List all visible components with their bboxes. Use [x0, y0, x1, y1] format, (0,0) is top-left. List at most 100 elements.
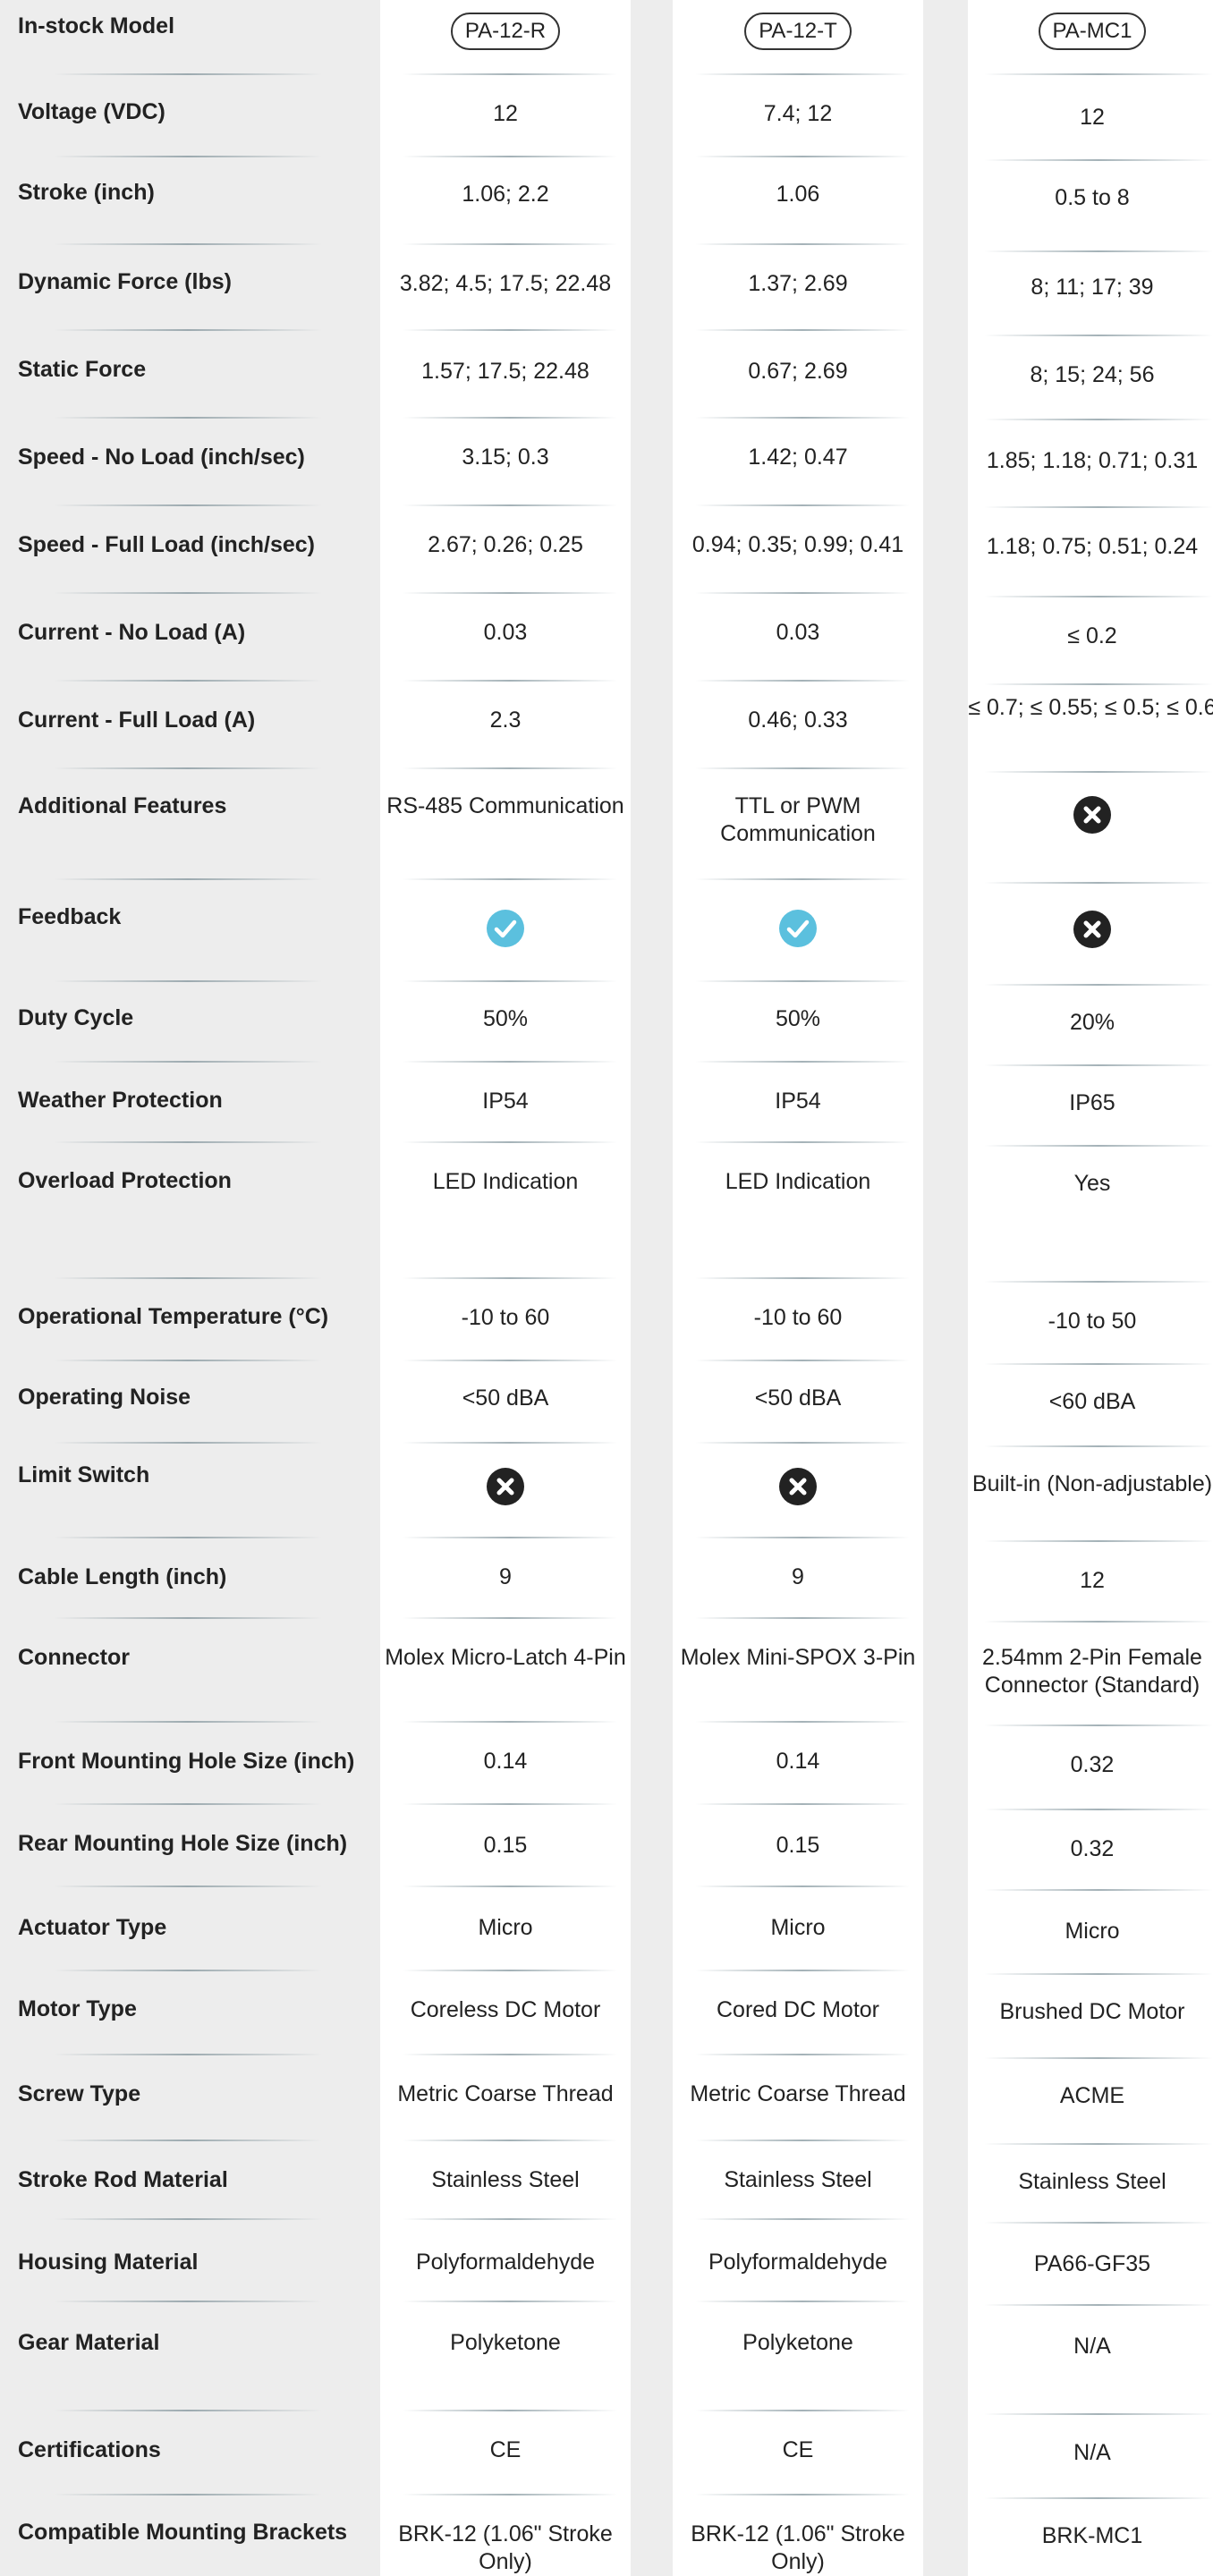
cell-weather-protection-pa-12-r: IP54: [482, 1089, 529, 1114]
row-divider: [54, 417, 322, 419]
cell-dynamic-force-lbs-pa-mc1: 8; 11; 17; 39: [1031, 275, 1154, 300]
row-divider: [54, 980, 322, 982]
row-divider: [984, 1281, 1213, 1283]
row-divider: [54, 243, 322, 245]
cell-feedback-pa-12-r: [380, 909, 631, 948]
row-divider: [403, 1442, 617, 1444]
cell-static-force-pa-12-t: 0.67; 2.69: [748, 359, 848, 384]
row-divider: [695, 1970, 910, 1971]
cell-front-mounting-hole-size-inch-pa-12-r: 0.14: [483, 1749, 528, 1774]
cell-current-no-load-a-pa-mc1: ≤ 0.2: [1067, 623, 1117, 648]
row-divider: [403, 1803, 617, 1805]
row-divider: [695, 592, 910, 594]
row-divider: [54, 1885, 322, 1887]
cell-additional-features-pa-mc1: [967, 795, 1213, 835]
row-label-in-stock-model: In-stock Model: [18, 13, 175, 38]
row-divider: [695, 417, 910, 419]
row-label-speed-no-load-inch-sec: Speed - No Load (inch/sec): [18, 445, 305, 470]
cell-rear-mounting-hole-size-inch-pa-mc1: 0.32: [1070, 1836, 1115, 1861]
cell-current-full-load-a-pa-mc1: ≤ 0.7; ≤ 0.55; ≤ 0.5; ≤ 0.6: [968, 695, 1213, 720]
cell-speed-full-load-inch-sec-pa-12-r: 2.67; 0.26; 0.25: [428, 532, 583, 557]
row-divider: [54, 504, 322, 506]
cross-icon: [1073, 796, 1111, 834]
row-divider: [984, 1064, 1213, 1066]
cell-voltage-vdc-pa-mc1: 12: [1080, 105, 1105, 130]
cell-in-stock-model-pa-12-r: PA-12-R: [380, 13, 631, 50]
cell-speed-full-load-inch-sec-pa-mc1: 1.18; 0.75; 0.51; 0.24: [986, 534, 1199, 559]
row-divider: [695, 1721, 910, 1723]
cell-additional-features-pa-12-t: TTL or PWM Communication: [720, 793, 876, 846]
row-divider: [54, 2140, 322, 2141]
row-label-overload-protection: Overload Protection: [18, 1168, 232, 1193]
model-badge: PA-MC1: [1038, 13, 1147, 50]
cell-certifications-pa-mc1: N/A: [1073, 2440, 1111, 2465]
row-divider: [403, 1061, 617, 1063]
row-label-additional-features: Additional Features: [18, 793, 227, 818]
row-divider: [984, 2497, 1213, 2499]
cell-current-full-load-a-pa-12-t: 0.46; 0.33: [748, 708, 848, 733]
cell-screw-type-pa-mc1: ACME: [1059, 2083, 1125, 2108]
row-divider: [984, 596, 1213, 597]
cell-limit-switch-pa-12-t: [673, 1467, 923, 1506]
cell-connector-pa-mc1: 2.54mm 2-Pin Female Connector (Standard): [982, 1645, 1202, 1698]
cell-front-mounting-hole-size-inch-pa-12-t: 0.14: [776, 1749, 820, 1774]
cross-icon: [487, 1468, 524, 1505]
cell-connector-pa-12-t: Molex Mini-SPOX 3-Pin: [680, 1645, 916, 1670]
cell-compatible-mounting-brackets-pa-12-t: BRK-12 (1.06" Stroke Only): [691, 2521, 905, 2574]
row-divider: [984, 2143, 1213, 2145]
spec-comparison-table: In-stock Model PA-12-R PA-12-T PA-MC1 Voltag…: [0, 0, 1213, 2576]
cell-screw-type-pa-12-r: Metric Coarse Thread: [397, 2081, 614, 2106]
row-divider: [984, 1363, 1213, 1365]
row-divider: [695, 2410, 910, 2411]
row-divider: [403, 156, 617, 157]
cell-stroke-rod-material-pa-12-r: Stainless Steel: [431, 2167, 580, 2192]
row-divider: [984, 1973, 1213, 1975]
row-divider: [984, 1724, 1213, 1726]
row-label-actuator-type: Actuator Type: [18, 1915, 167, 1940]
row-divider: [403, 767, 617, 769]
row-divider: [695, 980, 910, 982]
cell-certifications-pa-12-t: CE: [782, 2437, 814, 2462]
cell-overload-protection-pa-mc1: Yes: [1073, 1171, 1111, 1196]
row-label-rear-mounting-hole-size-inch: Rear Mounting Hole Size (inch): [18, 1831, 348, 1856]
model-badge: PA-12-T: [744, 13, 852, 50]
row-label-front-mounting-hole-size-inch: Front Mounting Hole Size (inch): [18, 1749, 355, 1774]
cell-speed-no-load-inch-sec-pa-12-r: 3.15; 0.3: [462, 445, 549, 470]
cell-stroke-inch-pa-12-t: 1.06: [776, 182, 820, 207]
cell-cable-length-inch-pa-mc1: 12: [1080, 1568, 1105, 1593]
row-divider: [984, 419, 1213, 420]
row-label-cable-length-inch: Cable Length (inch): [18, 1564, 227, 1589]
row-label-current-no-load-a: Current - No Load (A): [18, 620, 246, 645]
row-divider: [984, 1621, 1213, 1623]
cell-feedback-pa-12-t: [673, 909, 923, 948]
cell-front-mounting-hole-size-inch-pa-mc1: 0.32: [1070, 1752, 1115, 1777]
row-divider: [695, 1803, 910, 1805]
row-divider: [403, 504, 617, 506]
cell-static-force-pa-12-r: 1.57; 17.5; 22.48: [421, 359, 590, 384]
cell-operating-noise-pa-mc1: <60 dBA: [1048, 1389, 1136, 1414]
row-divider: [403, 329, 617, 331]
row-divider: [695, 504, 910, 506]
row-divider: [54, 1360, 322, 1361]
cell-operating-noise-pa-12-t: <50 dBA: [754, 1385, 842, 1411]
row-label-duty-cycle: Duty Cycle: [18, 1005, 134, 1030]
cell-compatible-mounting-brackets-pa-12-r: BRK-12 (1.06" Stroke Only): [398, 2521, 613, 2574]
row-divider: [984, 73, 1213, 75]
cell-weather-protection-pa-mc1: IP65: [1069, 1090, 1115, 1115]
row-label-voltage-vdc: Voltage (VDC): [18, 99, 165, 124]
row-divider: [403, 1277, 617, 1279]
cell-stroke-rod-material-pa-mc1: Stainless Steel: [1018, 2169, 1166, 2194]
row-divider: [54, 1617, 322, 1619]
row-divider: [695, 680, 910, 682]
row-divider: [54, 1141, 322, 1143]
row-divider: [403, 1970, 617, 1971]
row-divider: [984, 683, 1213, 685]
row-label-screw-type: Screw Type: [18, 2081, 141, 2106]
cell-housing-material-pa-12-r: Polyformaldehyde: [415, 2250, 596, 2275]
row-divider: [54, 767, 322, 769]
cell-stroke-rod-material-pa-12-t: Stainless Steel: [724, 2167, 872, 2192]
cell-speed-full-load-inch-sec-pa-12-t: 0.94; 0.35; 0.99; 0.41: [691, 532, 904, 557]
row-divider: [695, 767, 910, 769]
row-divider: [54, 1061, 322, 1063]
row-divider: [403, 878, 617, 880]
